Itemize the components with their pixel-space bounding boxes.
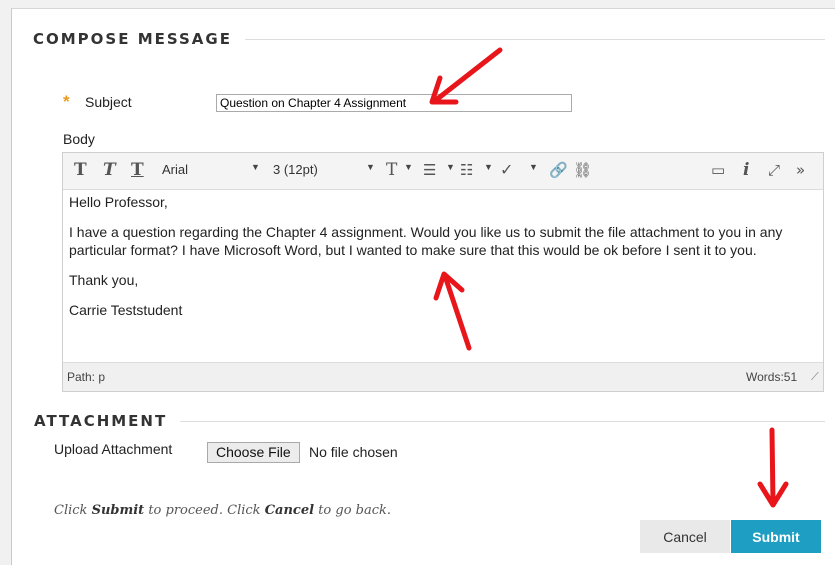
compose-heading-rule [245,39,825,40]
rich-text-editor: T T T Arial ▼ 3 (12pt) ▼ T ▼ ☰ ▼ ☷ ▼ ✓ ▼… [62,152,824,392]
unlink-icon[interactable]: ⛓ [573,161,592,179]
submit-button[interactable]: Submit [731,520,821,553]
editor-content[interactable]: Hello Professor, I have a question regar… [69,193,814,331]
word-count: Words:51 [746,370,798,384]
no-file-chosen-text: No file chosen [309,444,398,460]
info-icon[interactable]: i [743,161,749,179]
hint-cancel: Cancel [264,503,315,518]
resize-handle-icon[interactable]: ⟋ [811,371,819,384]
cancel-button[interactable]: Cancel [640,520,730,553]
font-size-dropdown-icon[interactable]: ▼ [366,162,375,172]
subject-input[interactable]: Question on Chapter 4 Assignment [216,94,572,112]
text-color-icon[interactable]: T [386,161,397,179]
choose-file-button[interactable]: Choose File [207,442,300,463]
italic-icon[interactable]: T [103,161,116,179]
numbered-list-icon[interactable]: ☷ [460,161,473,179]
bold-icon[interactable]: T [74,161,87,179]
body-paragraph: I have a question regarding the Chapter … [69,224,783,258]
hint-middle: to proceed. Click [144,503,265,518]
editor-toolbar: T T T Arial ▼ 3 (12pt) ▼ T ▼ ☰ ▼ ☷ ▼ ✓ ▼… [63,153,823,190]
body-label: Body [63,131,95,147]
body-paragraph: Thank you, [69,272,139,288]
required-icon: * [63,92,70,111]
submit-hint: Click Submit to proceed. Click Cancel to… [54,503,391,518]
preview-icon[interactable]: ▭ [711,161,725,179]
font-family-select[interactable]: Arial [162,162,188,177]
element-path: Path: p [67,370,106,384]
attachment-heading: ATTACHMENT [34,412,168,430]
spellcheck-icon[interactable]: ✓ [500,161,513,179]
spellcheck-dropdown-icon[interactable]: ▼ [529,162,538,172]
upload-attachment-label: Upload Attachment [54,441,173,457]
underline-icon[interactable]: T [131,161,144,179]
font-size-select[interactable]: 3 (12pt) [273,162,318,177]
font-family-dropdown-icon[interactable]: ▼ [251,162,260,172]
subject-label: Subject [85,94,132,110]
bullet-list-icon[interactable]: ☰ [423,161,436,179]
body-paragraph: Carrie Teststudent [69,302,183,318]
hint-submit: Submit [91,503,145,518]
body-paragraph: Hello Professor, [69,194,168,210]
numbered-list-dropdown-icon[interactable]: ▼ [484,162,493,172]
bullet-list-dropdown-icon[interactable]: ▼ [446,162,455,172]
fullscreen-icon[interactable]: ⤢ [768,161,780,179]
attachment-heading-rule [180,421,825,422]
hint-suffix: to go back. [314,503,392,518]
text-color-dropdown-icon[interactable]: ▼ [404,162,413,172]
compose-heading: COMPOSE MESSAGE [33,30,232,48]
link-icon[interactable]: 🔗 [549,161,568,179]
editor-status-bar: Path: p Words:51 ⟋ [63,362,823,391]
hint-prefix: Click [54,503,92,518]
expand-toolbar-icon[interactable]: » [796,161,805,179]
